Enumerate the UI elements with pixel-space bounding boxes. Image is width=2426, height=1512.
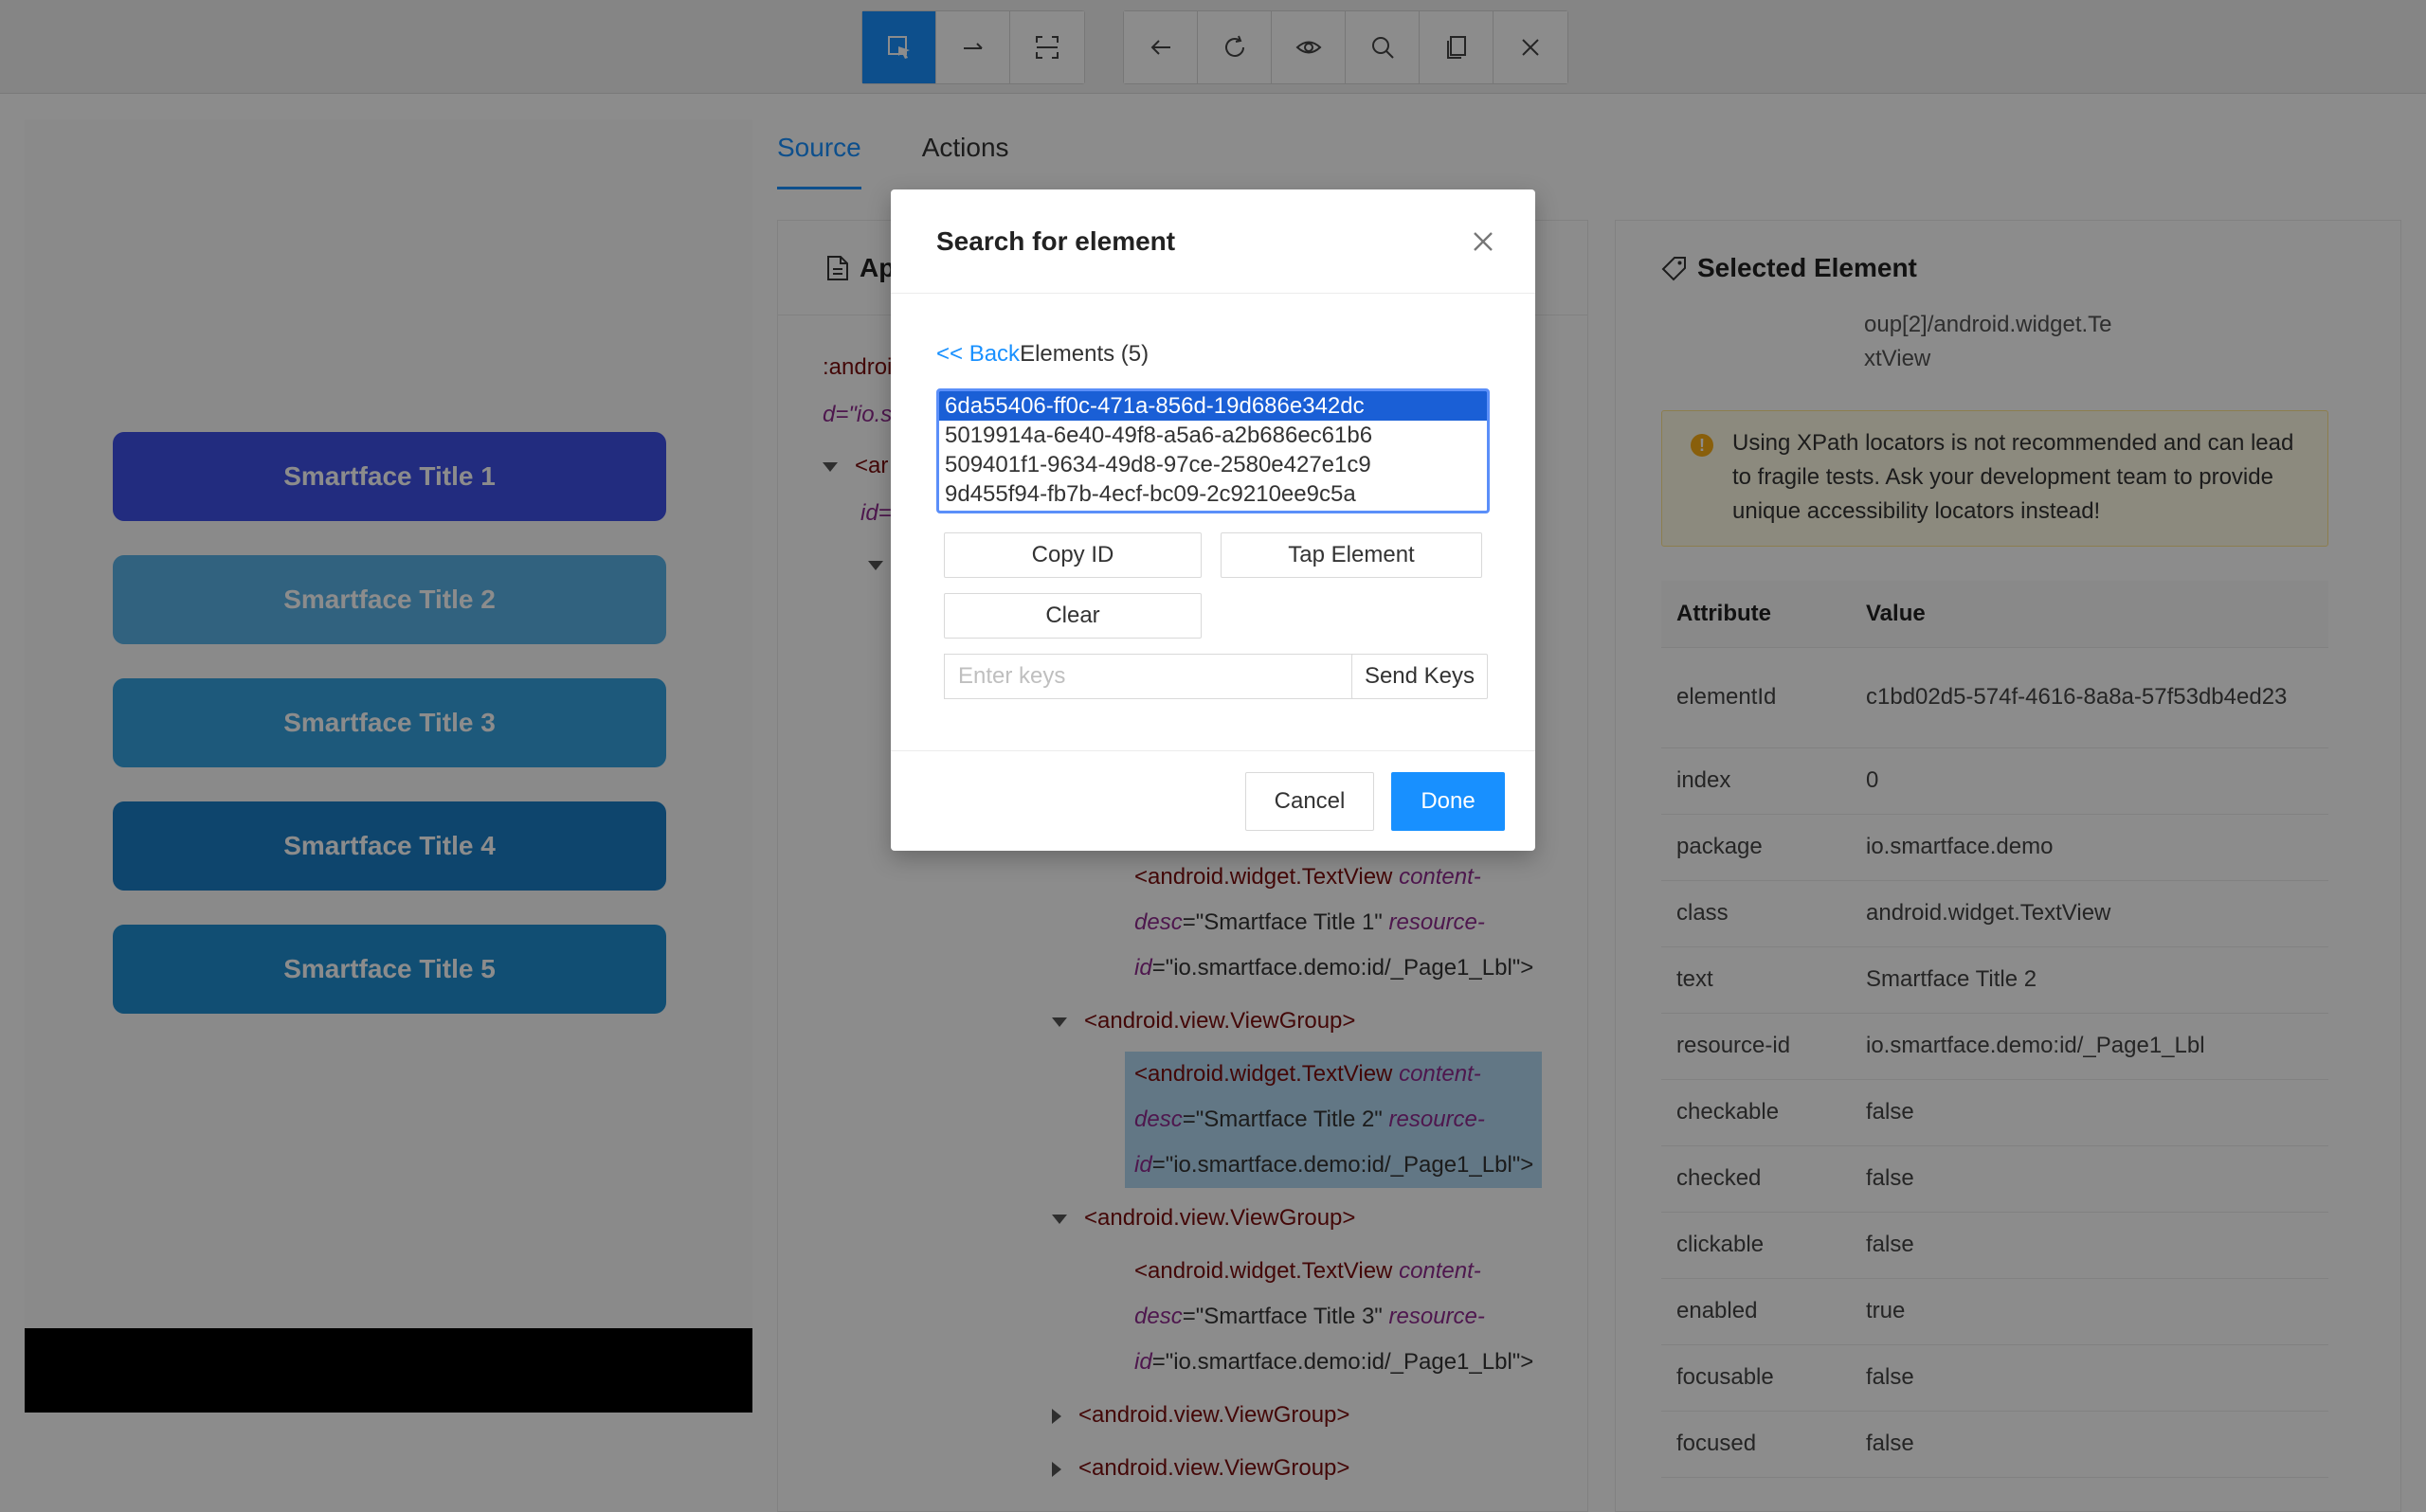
list-item[interactable]: 9d455f94-fb7b-4ecf-bc09-2c9210ee9c5a [939,479,1487,509]
back-row: << BackElements (5) [936,341,1490,375]
done-button[interactable]: Done [1391,772,1505,831]
enter-keys-input[interactable]: Enter keys [944,654,1353,699]
close-icon[interactable] [1469,227,1497,256]
copy-id-button[interactable]: Copy ID [944,532,1202,578]
send-keys-button[interactable]: Send Keys [1351,654,1488,699]
modal-body: << BackElements (5) 6da55406-ff0c-471a-8… [936,341,1490,513]
modal-title: Search for element [891,189,1535,294]
search-element-modal: Search for element << BackElements (5) 6… [891,189,1535,851]
modal-footer: Cancel Done [891,750,1535,851]
list-item[interactable]: 509401f1-9634-49d8-97ce-2580e427e1c9 [939,450,1487,479]
cancel-button[interactable]: Cancel [1245,772,1374,831]
list-item[interactable]: 5019914a-6e40-49f8-a5a6-a2b686ec61b6 [939,421,1487,450]
elements-count-label: Elements (5) [1020,341,1150,367]
element-id-list[interactable]: 6da55406-ff0c-471a-856d-19d686e342dc 501… [936,388,1490,513]
tap-element-button[interactable]: Tap Element [1221,532,1482,578]
clear-button[interactable]: Clear [944,593,1202,639]
list-item[interactable]: 6da55406-ff0c-471a-856d-19d686e342dc [939,391,1487,421]
back-link[interactable]: << Back [936,341,1020,367]
